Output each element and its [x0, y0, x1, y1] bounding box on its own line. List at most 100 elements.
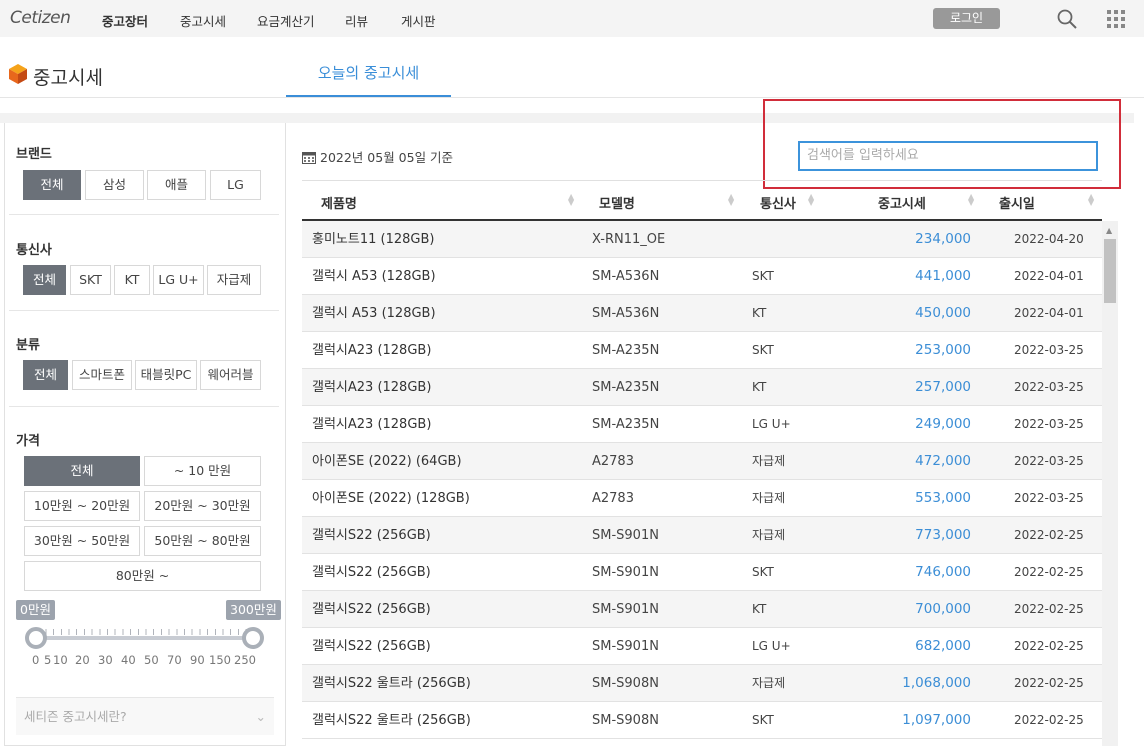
about-used-price-toggle[interactable]: 세티즌 중고시세란? ⌄ — [16, 697, 274, 735]
table-row[interactable]: 갤럭시S22 (256GB) SM-S901N KT 700,000 2022-02-2… — [302, 591, 1102, 628]
table-row[interactable]: 갤럭시S22 (256GB) SM-S901N 자급제 773,000 2022-02-… — [302, 517, 1102, 554]
filter-divider — [9, 310, 279, 311]
nav-board[interactable]: 게시판 — [401, 11, 436, 30]
product-name-cell[interactable]: 갤럭시 A53 (128GB) — [312, 295, 436, 332]
model-name-cell: SM-A536N — [592, 306, 660, 321]
product-name-cell[interactable]: 갤럭시S22 울트라 (256GB) — [312, 665, 471, 702]
table-scrollbar[interactable]: ▲ — [1102, 221, 1118, 746]
range-min-label: 0만원 — [16, 600, 55, 620]
range-min-handle[interactable] — [25, 627, 47, 649]
price-50-80-button[interactable]: 50만원 ~ 80만원 — [144, 526, 261, 556]
nav-used-market[interactable]: 중고장터 — [102, 11, 148, 30]
table-row[interactable]: 갤럭시A23 (128GB) SM-A235N SKT 253,000 2022-03-… — [302, 332, 1102, 369]
product-name-cell[interactable]: 아이폰SE (2022) (64GB) — [312, 443, 462, 480]
brand-lg-button[interactable]: LG — [210, 170, 261, 200]
product-name-cell[interactable]: 갤럭시A23 (128GB) — [312, 406, 431, 443]
product-name-cell[interactable]: 홍미노트11 (128GB) — [312, 221, 434, 258]
nav-review[interactable]: 리뷰 — [345, 11, 368, 30]
brand-samsung-button[interactable]: 삼성 — [85, 170, 144, 200]
col-product-name[interactable]: 제품명 — [321, 193, 357, 212]
carrier-cell: LG U+ — [752, 417, 791, 431]
used-price-cell: 553,000 — [915, 490, 971, 506]
table-row[interactable]: 홍미노트11 (128GB) X-RN11_OE 234,000 2022-04-20 — [302, 221, 1102, 258]
nav-fee-calculator[interactable]: 요금계산기 — [257, 11, 315, 30]
table-row[interactable]: 아이폰SE (2022) (64GB) A2783 자급제 472,000 2022-0… — [302, 443, 1102, 480]
price-range-track[interactable] — [36, 636, 254, 640]
product-name-cell[interactable]: 갤럭시A23 (128GB) — [312, 369, 431, 406]
apps-grid-icon[interactable] — [1107, 10, 1125, 28]
brand-filter-title: 브랜드 — [16, 147, 52, 162]
price-filter-title: 가격 — [16, 434, 40, 449]
table-row[interactable]: 갤럭시A23 (128GB) SM-A235N KT 257,000 2022-03-2… — [302, 369, 1102, 406]
price-under-10-button[interactable]: ~ 10 만원 — [144, 456, 261, 486]
header-divider — [0, 97, 1144, 98]
carrier-cell: 자급제 — [752, 491, 786, 505]
login-button[interactable]: 로그인 — [933, 8, 1000, 29]
table-row[interactable]: 갤럭시 A53 (128GB) SM-A536N KT 450,000 2022-04-… — [302, 295, 1102, 332]
table-row[interactable]: 갤럭시S22 울트라 (256GB) SM-S908N SKT 1,097,000 20… — [302, 702, 1102, 739]
release-date-cell: 2022-03-25 — [1014, 343, 1084, 357]
model-name-cell: SM-A536N — [592, 269, 660, 284]
carrier-cell: KT — [752, 306, 767, 320]
product-name-cell[interactable]: 갤럭시A23 (128GB) — [312, 332, 431, 369]
product-name-cell[interactable]: 갤럭시 A53 (128GB) — [312, 258, 436, 295]
tab-todays-used-price[interactable]: 오늘의 중고시세 — [286, 62, 451, 98]
site-logo[interactable]: Cetizen — [10, 8, 71, 28]
used-price-cell: 253,000 — [915, 342, 971, 358]
category-smartphone-button[interactable]: 스마트폰 — [72, 360, 132, 390]
carrier-kt-button[interactable]: KT — [114, 265, 150, 295]
price-over-80-button[interactable]: 80만원 ~ — [24, 561, 261, 591]
carrier-lgu-button[interactable]: LG U+ — [153, 265, 204, 295]
scroll-thumb[interactable] — [1104, 239, 1116, 303]
table-row[interactable]: 갤럭시S22 (256GB) SM-S901N SKT 746,000 2022-02-… — [302, 554, 1102, 591]
release-date-cell: 2022-03-25 — [1014, 454, 1084, 468]
col-model-name[interactable]: 모델명 — [599, 193, 635, 212]
sort-icon[interactable]: ▲ ▼ — [808, 193, 814, 207]
sort-icon[interactable]: ▲ ▼ — [568, 193, 574, 207]
product-name-cell[interactable]: 갤럭시S22 (256GB) — [312, 517, 431, 554]
carrier-unlocked-button[interactable]: 자급제 — [207, 265, 261, 295]
category-tablet-button[interactable]: 태블릿PC — [135, 360, 197, 390]
col-carrier[interactable]: 통신사 — [760, 193, 796, 212]
carrier-all-button[interactable]: 전체 — [23, 265, 66, 295]
model-name-cell: SM-A235N — [592, 343, 660, 358]
table-row[interactable]: 갤럭시S22 울트라 (256GB) SM-S908N 자급제 1,068,000 20… — [302, 665, 1102, 702]
sort-icon[interactable]: ▲ ▼ — [1088, 193, 1094, 207]
sort-icon[interactable]: ▲ ▼ — [968, 193, 974, 207]
col-release-date[interactable]: 출시일 — [999, 193, 1035, 212]
table-row[interactable]: 갤럭시 A53 (128GB) SM-A536N SKT 441,000 2022-04… — [302, 258, 1102, 295]
price-all-button[interactable]: 전체 — [24, 456, 140, 486]
tick-label: 50 — [144, 653, 159, 667]
price-10-20-button[interactable]: 10만원 ~ 20만원 — [24, 491, 140, 521]
col-used-price[interactable]: 중고시세 — [878, 193, 926, 212]
brand-apple-button[interactable]: 애플 — [147, 170, 206, 200]
model-name-cell: SM-A235N — [592, 417, 660, 432]
product-name-cell[interactable]: 갤럭시S22 울트라 (256GB) — [312, 702, 471, 739]
table-row[interactable]: 갤럭시S22 (256GB) SM-S901N LG U+ 682,000 2022-0… — [302, 628, 1102, 665]
search-icon[interactable] — [1057, 9, 1077, 29]
top-navigation-bar: Cetizen 중고장터 중고시세 요금계산기 리뷰 게시판 로그인 — [0, 0, 1144, 37]
sort-icon[interactable]: ▲ ▼ — [728, 193, 734, 207]
product-name-cell[interactable]: 아이폰SE (2022) (128GB) — [312, 480, 470, 517]
nav-used-price[interactable]: 중고시세 — [180, 11, 226, 30]
product-name-cell[interactable]: 갤럭시S22 (256GB) — [312, 554, 431, 591]
tick-label: 5 — [44, 653, 52, 667]
table-row[interactable]: 갤럭시A23 (128GB) SM-A235N LG U+ 249,000 2022-0… — [302, 406, 1102, 443]
scroll-up-arrow-icon[interactable]: ▲ — [1106, 226, 1112, 235]
price-30-50-button[interactable]: 30만원 ~ 50만원 — [24, 526, 140, 556]
range-max-handle[interactable] — [242, 627, 264, 649]
search-input[interactable]: 검색어를 입력하세요 — [798, 141, 1098, 171]
product-name-cell[interactable]: 갤럭시S22 (256GB) — [312, 628, 431, 665]
page-title: 중고시세 — [33, 67, 103, 89]
filter-divider — [9, 406, 279, 407]
table-row[interactable]: 아이폰SE (2022) (128GB) A2783 자급제 553,000 2022-… — [302, 480, 1102, 517]
product-name-cell[interactable]: 갤럭시S22 (256GB) — [312, 591, 431, 628]
brand-all-button[interactable]: 전체 — [23, 170, 81, 200]
price-20-30-button[interactable]: 20만원 ~ 30만원 — [144, 491, 261, 521]
category-all-button[interactable]: 전체 — [23, 360, 68, 390]
used-price-cell: 682,000 — [915, 638, 971, 654]
release-date-cell: 2022-02-25 — [1014, 639, 1084, 653]
carrier-skt-button[interactable]: SKT — [70, 265, 111, 295]
category-wearable-button[interactable]: 웨어러블 — [200, 360, 261, 390]
model-name-cell: SM-S908N — [592, 713, 659, 728]
